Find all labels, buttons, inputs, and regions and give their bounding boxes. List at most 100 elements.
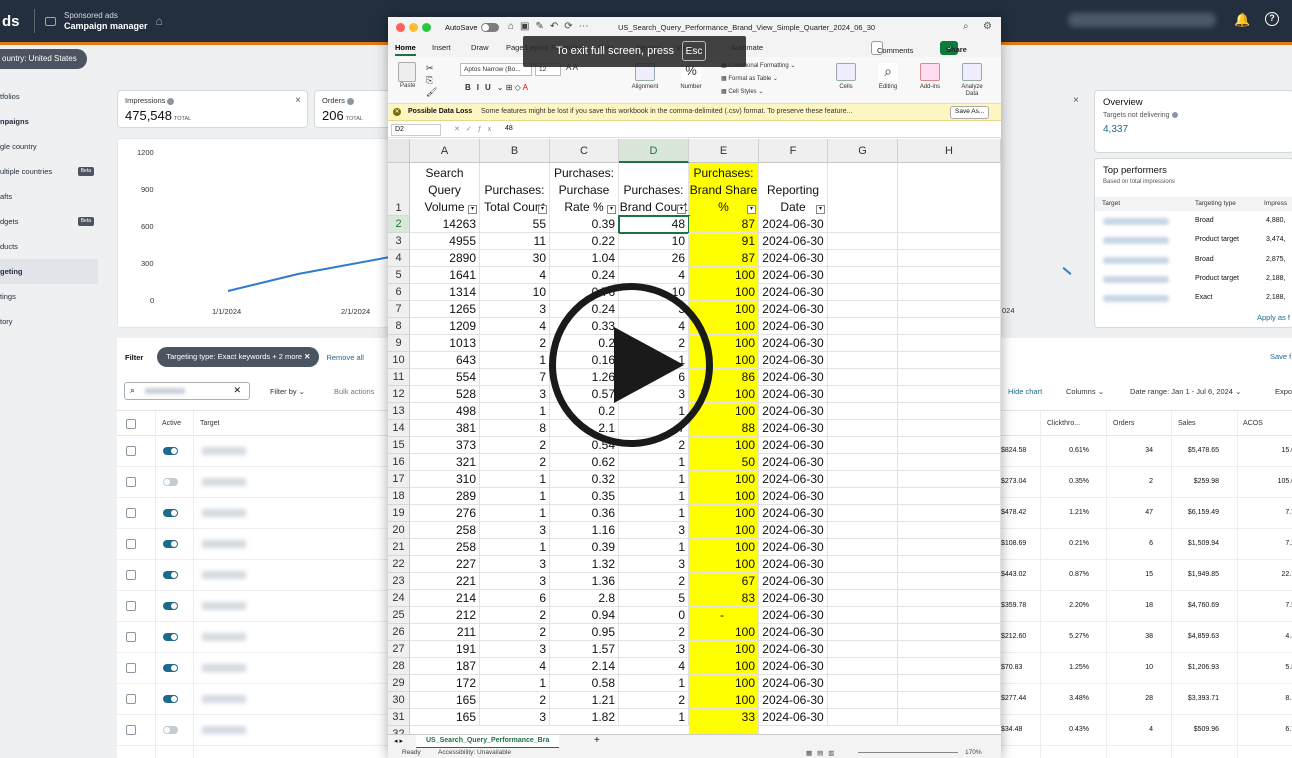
table-cell[interactable]: 10	[480, 284, 550, 301]
table-cell[interactable]: 2024-06-30	[759, 658, 828, 675]
filter-pill[interactable]: Targeting type: Exact keywords + 2 more …	[157, 347, 320, 367]
table-cell[interactable]: 2024-06-30	[759, 709, 828, 726]
number-group[interactable]: % Number	[674, 63, 708, 90]
empty-cell[interactable]	[828, 675, 898, 692]
row-header[interactable]: 5	[388, 267, 410, 284]
row-header[interactable]: 24	[388, 590, 410, 607]
row-header[interactable]: 30	[388, 692, 410, 709]
share-button[interactable]: Share ⌄	[940, 41, 967, 55]
table-cell[interactable]: 88	[689, 420, 759, 437]
table-cell[interactable]: 3	[480, 386, 550, 403]
table-cell[interactable]: 4	[480, 318, 550, 335]
analyze-data-group[interactable]: Analyze Data	[956, 63, 988, 98]
table-cell[interactable]: 1	[480, 471, 550, 488]
table-cell[interactable]: 0.62	[550, 454, 619, 471]
empty-cell[interactable]	[898, 539, 1001, 556]
table-cell[interactable]: 2	[619, 573, 689, 590]
play-icon[interactable]	[549, 283, 713, 447]
table-cell[interactable]: 381	[410, 420, 480, 437]
empty-cell[interactable]	[828, 233, 898, 250]
empty-cell[interactable]	[898, 216, 1001, 233]
empty-cell[interactable]	[828, 335, 898, 352]
table-cell[interactable]: 528	[410, 386, 480, 403]
table-cell[interactable]: 8	[480, 420, 550, 437]
empty-cell[interactable]	[898, 335, 1001, 352]
sidebar-item[interactable]: ultiple countries Beta	[0, 159, 98, 184]
empty-cell[interactable]	[898, 488, 1001, 505]
ribbon-tab[interactable]: Insert	[432, 43, 451, 52]
table-cell[interactable]: 214	[410, 590, 480, 607]
column-header[interactable]: G	[828, 139, 898, 163]
bulk-actions-dropdown[interactable]: Bulk actions	[334, 387, 374, 396]
table-cell[interactable]: 2	[480, 335, 550, 352]
column-header-clickthrough[interactable]: Clickthro...	[1047, 420, 1080, 427]
row-header[interactable]: 22	[388, 556, 410, 573]
table-cell[interactable]: 2024-06-30	[759, 233, 828, 250]
table-cell[interactable]: 1	[619, 471, 689, 488]
info-icon[interactable]	[346, 97, 354, 105]
table-cell[interactable]: 227	[410, 556, 480, 573]
empty-cell[interactable]	[828, 250, 898, 267]
empty-cell[interactable]	[898, 250, 1001, 267]
table-cell[interactable]: 1	[619, 709, 689, 726]
table-cell[interactable]: 100	[689, 471, 759, 488]
empty-cell[interactable]	[898, 692, 1001, 709]
autosave-toggle[interactable]	[481, 23, 499, 32]
empty-cell[interactable]	[828, 284, 898, 301]
column-header[interactable]: C	[550, 139, 619, 163]
table-cell[interactable]: 2024-06-30	[759, 471, 828, 488]
table-cell[interactable]: 55	[480, 216, 550, 233]
row-header[interactable]: 16	[388, 454, 410, 471]
empty-cell[interactable]	[828, 437, 898, 454]
table-cell[interactable]: 2024-06-30	[759, 624, 828, 641]
target-name[interactable]	[202, 695, 246, 703]
row-header[interactable]: 1	[388, 163, 410, 216]
save-filter-link[interactable]: Save f	[1270, 352, 1291, 361]
ribbon-tab[interactable]: Home	[395, 43, 416, 56]
close-window-button[interactable]	[396, 23, 405, 32]
apply-as-filter-link[interactable]: Apply as f	[1257, 313, 1290, 322]
account-switcher[interactable]	[1068, 13, 1216, 27]
active-toggle[interactable]	[163, 447, 178, 455]
clear-icon[interactable]: ✕	[233, 385, 241, 396]
editing-group[interactable]: ⌕ Editing	[874, 63, 902, 90]
table-cell[interactable]: 1265	[410, 301, 480, 318]
empty-cell[interactable]	[898, 267, 1001, 284]
sidebar-item[interactable]: tory	[0, 309, 98, 334]
table-cell[interactable]: 100	[689, 437, 759, 454]
empty-cell[interactable]	[898, 403, 1001, 420]
column-header-target[interactable]: Target	[200, 420, 219, 427]
filter-dropdown-icon[interactable]: ▾	[607, 205, 616, 214]
table-cell[interactable]: 2024-06-30	[759, 488, 828, 505]
table-cell[interactable]: 2024-06-30	[759, 301, 828, 318]
table-cell[interactable]: 2	[480, 454, 550, 471]
table-cell[interactable]: 100	[689, 301, 759, 318]
close-icon[interactable]: ✕	[304, 352, 310, 361]
table-cell[interactable]: 0.24	[550, 267, 619, 284]
table-cell[interactable]: 30	[480, 250, 550, 267]
ribbon-tab[interactable]: Draw	[471, 43, 489, 52]
table-cell[interactable]: 172	[410, 675, 480, 692]
metric-orders[interactable]: Orders 206 TOTAL	[314, 90, 394, 128]
filter-dropdown-icon[interactable]: ▾	[747, 205, 756, 214]
empty-cell[interactable]	[828, 590, 898, 607]
sidebar-item[interactable]: tfolios	[0, 84, 98, 109]
empty-cell[interactable]	[898, 709, 1001, 726]
empty-cell[interactable]	[828, 216, 898, 233]
table-cell[interactable]: 0.32	[550, 471, 619, 488]
empty-cell[interactable]	[898, 386, 1001, 403]
table-cell[interactable]: 1314	[410, 284, 480, 301]
view-icons[interactable]: ▦▤▥	[806, 749, 839, 757]
table-cell[interactable]: 3	[619, 556, 689, 573]
table-cell[interactable]: 0.39	[550, 216, 619, 233]
empty-cell[interactable]	[828, 301, 898, 318]
table-cell[interactable]: 100	[689, 556, 759, 573]
info-icon[interactable]	[167, 97, 175, 105]
table-cell[interactable]: 2024-06-30	[759, 692, 828, 709]
top-performer-row[interactable]: Product target 2,188,	[1095, 270, 1292, 289]
column-header-active[interactable]: Active	[162, 420, 181, 427]
table-cell[interactable]: 1209	[410, 318, 480, 335]
empty-cell[interactable]	[828, 522, 898, 539]
select-all-corner[interactable]	[388, 139, 410, 163]
header-cell[interactable]: Purchases: Total Count ▾	[480, 163, 550, 216]
